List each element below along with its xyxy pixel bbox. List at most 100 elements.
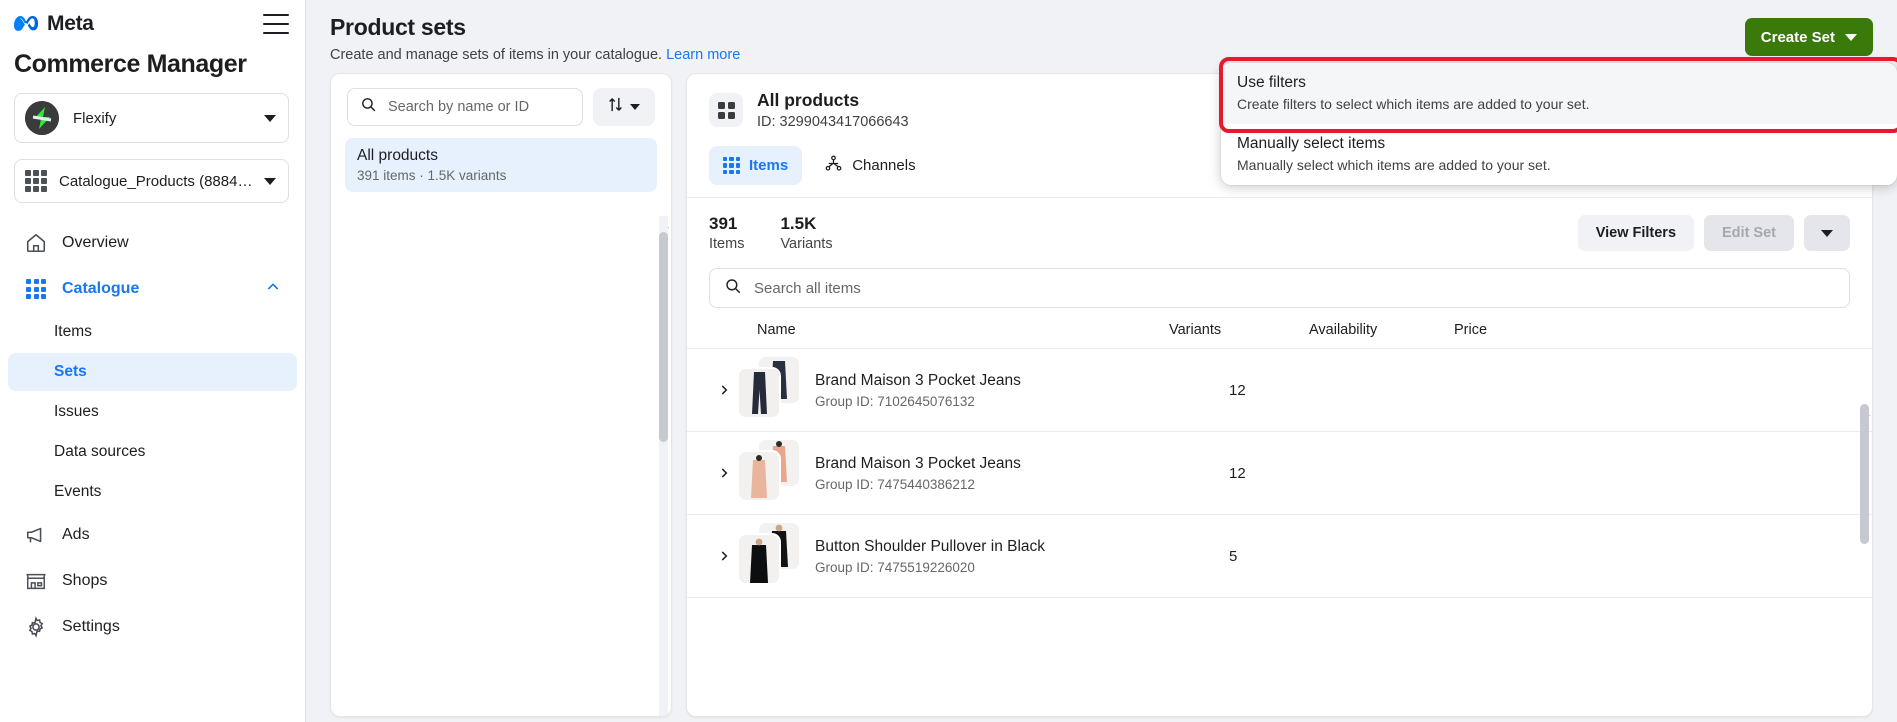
set-stats-row: 391 Items 1.5K Variants View Filters Edi…: [687, 197, 1872, 252]
menu-item-use-filters[interactable]: Use filters Create filters to select whi…: [1221, 63, 1897, 124]
edit-set-dropdown-button[interactable]: [1804, 215, 1850, 251]
flexify-logo-icon: [25, 101, 59, 135]
list-item[interactable]: All products 391 items · 1.5K variants: [345, 138, 657, 192]
cell-variants: 12: [1229, 381, 1246, 399]
sidebar: Meta Commerce Manager Flexify Catalogue_…: [0, 0, 306, 722]
business-name: Flexify: [73, 109, 117, 127]
stat-value: 1.5K: [780, 214, 817, 233]
product-thumbnail: [739, 440, 799, 502]
create-set-button[interactable]: Create Set: [1744, 18, 1873, 56]
scrollbar-thumb[interactable]: [1860, 404, 1869, 544]
product-name-cell: Brand Maison 3 Pocket Jeans Group ID: 71…: [815, 372, 1229, 409]
product-thumbnail: [739, 523, 799, 585]
create-set-menu: Use filters Create filters to select whi…: [1221, 63, 1897, 185]
set-icon: [709, 93, 743, 127]
column-header-name: Name: [757, 322, 796, 338]
sidebar-subitem-label: Events: [54, 483, 102, 500]
sets-list: All products 391 items · 1.5K variants: [331, 138, 671, 192]
search-icon: [360, 96, 377, 118]
stat-label: Items: [709, 236, 745, 252]
items-search[interactable]: [709, 268, 1850, 308]
chevron-down-icon: [264, 177, 276, 185]
set-title: All products: [757, 90, 860, 110]
create-set-label: Create Set: [1760, 28, 1835, 46]
sidebar-item-shops[interactable]: Shops: [8, 559, 297, 603]
sidebar-item-label: Catalogue: [62, 280, 140, 297]
sort-button[interactable]: [593, 88, 655, 126]
scrollbar-thumb[interactable]: [659, 232, 668, 442]
items-search-input[interactable]: [752, 278, 1835, 298]
sort-icon: [608, 96, 623, 118]
table-row[interactable]: Brand Maison 3 Pocket Jeans Group ID: 71…: [687, 349, 1872, 432]
sidebar-subitem-label: Sets: [54, 363, 87, 380]
set-meta: 391 items · 1.5K variants: [357, 168, 507, 183]
page-subtitle: Create and manage sets of items in your …: [330, 47, 740, 63]
table-header-row: Name Variants Availability Price: [687, 322, 1872, 349]
header-actions: Create Set: [1744, 14, 1873, 56]
sidebar-item-catalogue[interactable]: Catalogue: [8, 267, 297, 311]
page-title: Product sets: [330, 14, 466, 40]
expand-row-chevron-icon[interactable]: [709, 549, 739, 563]
stat-label: Variants: [780, 236, 833, 252]
sidebar-item-settings[interactable]: Settings: [8, 605, 297, 649]
expand-row-chevron-icon[interactable]: [709, 383, 739, 397]
learn-more-link[interactable]: Learn more: [666, 47, 740, 63]
sidebar-item-events[interactable]: Events: [8, 473, 297, 511]
edit-set-button[interactable]: Edit Set: [1704, 215, 1794, 251]
menu-item-subtitle: Create filters to select which items are…: [1237, 96, 1590, 112]
cell-variants: 5: [1229, 547, 1238, 565]
business-avatar: [25, 101, 59, 135]
sidebar-item-issues[interactable]: Issues: [8, 393, 297, 431]
product-name-cell: Button Shoulder Pullover in Black Group …: [815, 538, 1229, 575]
sidebar-item-ads[interactable]: Ads: [8, 513, 297, 557]
catalogue-name: Catalogue_Products (888425...: [59, 172, 256, 190]
main-content: Product sets Create and manage sets of i…: [306, 0, 1897, 722]
grid-icon: [24, 277, 48, 301]
items-table-scrollbar[interactable]: [1860, 404, 1869, 712]
page-subtitle-text: Create and manage sets of items in your …: [330, 47, 663, 63]
sets-search[interactable]: [347, 88, 583, 126]
sidebar-item-overview[interactable]: Overview: [8, 221, 297, 265]
sets-search-input[interactable]: [386, 98, 570, 116]
sidebar-item-label: Ads: [62, 526, 90, 543]
set-name: All products: [357, 147, 438, 164]
sidebar-item-items[interactable]: Items: [8, 313, 297, 351]
expand-row-chevron-icon[interactable]: [709, 466, 739, 480]
product-group-id: Group ID: 7102645076132: [815, 393, 975, 409]
search-icon: [724, 277, 742, 300]
meta-logo: Meta: [14, 12, 94, 36]
table-row[interactable]: Button Shoulder Pullover in Black Group …: [687, 515, 1872, 598]
set-action-buttons: View Filters Edit Set: [1577, 215, 1850, 251]
items-table: Name Variants Availability Price Brand M…: [687, 322, 1872, 598]
chevron-down-icon: [264, 114, 276, 122]
column-header-variants: Variants: [1169, 322, 1222, 338]
tab-items[interactable]: Items: [709, 146, 803, 185]
sidebar-item-data-sources[interactable]: Data sources: [8, 433, 297, 471]
sets-list-scrollbar[interactable]: [659, 216, 668, 716]
catalogue-selector[interactable]: Catalogue_Products (888425...: [14, 159, 289, 203]
chevron-down-icon: [1821, 229, 1833, 237]
chevron-down-icon: [1845, 33, 1857, 41]
meta-infinity-icon: [14, 15, 39, 31]
sets-list-panel: All products 391 items · 1.5K variants: [330, 73, 672, 717]
menu-item-manually-select[interactable]: Manually select items Manually select wh…: [1221, 124, 1897, 185]
chevron-down-icon: [630, 104, 640, 110]
sidebar-item-label: Settings: [62, 618, 120, 635]
storefront-icon: [24, 569, 48, 593]
sidebar-subitem-label: Issues: [54, 403, 99, 420]
product-name-cell: Brand Maison 3 Pocket Jeans Group ID: 74…: [815, 455, 1229, 492]
product-group-id: Group ID: 7475440386212: [815, 476, 975, 492]
sidebar-item-sets[interactable]: Sets: [8, 353, 297, 391]
hamburger-icon[interactable]: [263, 14, 289, 34]
column-header-availability: Availability: [1309, 322, 1378, 338]
tab-label: Channels: [852, 157, 916, 174]
stat-value: 391: [709, 214, 738, 233]
grid-icon: [25, 170, 47, 192]
table-row[interactable]: Brand Maison 3 Pocket Jeans Group ID: 74…: [687, 432, 1872, 515]
business-selector[interactable]: Flexify: [14, 93, 289, 143]
sidebar-item-label: Overview: [62, 234, 129, 251]
tab-channels[interactable]: Channels: [810, 146, 929, 185]
home-icon: [24, 231, 48, 255]
stat-variants: 1.5K Variants: [780, 214, 832, 252]
view-filters-button[interactable]: View Filters: [1577, 215, 1695, 251]
